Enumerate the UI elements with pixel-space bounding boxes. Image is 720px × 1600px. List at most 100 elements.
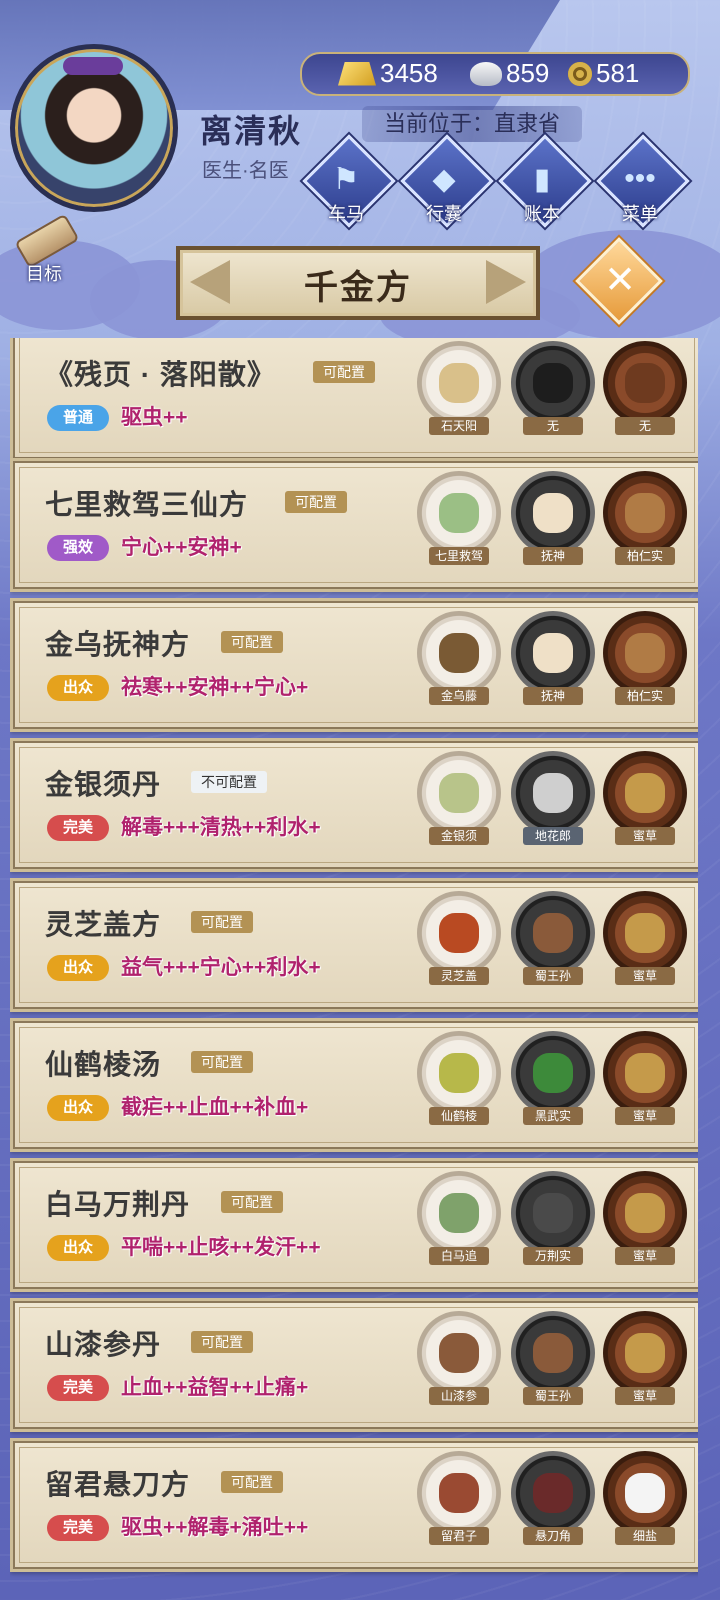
ingredient-slot[interactable]: 黑武实: [511, 1031, 595, 1125]
location-label: 当前位于：直隶省: [362, 106, 583, 142]
ingredient-plate: [417, 751, 501, 835]
goal-label: 目标: [26, 264, 62, 284]
effects-text: 止血++益智++止痛+: [121, 1376, 309, 1399]
recipe-card[interactable]: 金乌抚神方 可配置 出众 祛寒++安神++宁心+ 金乌藤 抚神 柏仁实: [10, 598, 698, 732]
recipe-name: 金银须丹: [45, 769, 162, 800]
ingredient-label: 无: [615, 417, 675, 435]
ingredient-label: 抚神: [523, 687, 583, 705]
ingredient-plate: [417, 471, 501, 555]
recipe-card[interactable]: 白马万荆丹 可配置 出众 平喘++止咳++发汗++ 白马追 万荆实 蜜草: [10, 1158, 698, 1292]
avatar[interactable]: [10, 44, 178, 212]
ingredient-plate: [417, 1171, 501, 1255]
ingredient-label: 金银须: [429, 827, 489, 845]
herb-icon: [625, 363, 665, 403]
ingredient-slot[interactable]: 蜜草: [603, 751, 687, 845]
herb-icon: [439, 633, 479, 673]
ingredient-slot[interactable]: 仙鹤棱: [417, 1031, 501, 1125]
herb-icon: [439, 1193, 479, 1233]
herb-icon: [625, 1053, 665, 1093]
ingredient-plate: [603, 751, 687, 835]
ingredient-slot[interactable]: 柏仁实: [603, 471, 687, 565]
ingredient-plate: [417, 891, 501, 975]
ingredient-slot[interactable]: 白马追: [417, 1171, 501, 1265]
ingredient-slot[interactable]: 金乌藤: [417, 611, 501, 705]
recipe-card[interactable]: 金银须丹 不可配置 完美 解毒+++清热++利水+ 金银须 地花郎 蜜草: [10, 738, 698, 872]
recipe-list[interactable]: 《残页 · 落阳散》 可配置 普通 驱虫++ 石天阳无无七里救驾三仙方 可配置 强效 宁心++…: [10, 338, 698, 1600]
close-icon: ✕: [604, 259, 636, 302]
ingredient-slot[interactable]: 七里救驾: [417, 471, 501, 565]
ingredient-plate: [511, 341, 595, 425]
ingredient-label: 无: [523, 417, 583, 435]
ingredient-plate: [511, 1031, 595, 1115]
ingredient-plate: [511, 611, 595, 695]
ingredient-slot[interactable]: 石天阳: [417, 341, 501, 435]
herb-icon: [533, 773, 573, 813]
effects-text: 祛寒++安神++宁心+: [121, 676, 309, 699]
recipe-card[interactable]: 山漆参丹 可配置完美 止血++益智++止痛+ 山漆参 蜀王孙 蜜草: [10, 1298, 698, 1432]
config-badge: 可配置: [285, 491, 347, 513]
herb-icon: [533, 493, 573, 533]
ingredient-slot[interactable]: 蜀王孙: [511, 891, 595, 985]
config-badge: 可配置: [191, 1331, 253, 1353]
ingredient-plate: [603, 891, 687, 975]
ingredient-slot[interactable]: 留君子: [417, 1451, 501, 1545]
ingredient-slot[interactable]: 抚神: [511, 611, 595, 705]
recipe-name: 白马万荆丹: [45, 1189, 191, 1220]
ingredient-plate: [603, 1451, 687, 1535]
ingredient-slot[interactable]: 蜜草: [603, 1311, 687, 1405]
ingredient-plate: [603, 341, 687, 425]
ingredient-slot[interactable]: 抚神: [511, 471, 595, 565]
ingredient-slot[interactable]: 地花郎: [511, 751, 595, 845]
ingredient-slot[interactable]: 细盐: [603, 1451, 687, 1545]
ingredient-label: 蜜草: [615, 827, 675, 845]
effects-text: 平喘++止咳++发汗++: [121, 1236, 321, 1259]
ingredient-slot[interactable]: 金银须: [417, 751, 501, 845]
coin-currency: 581: [568, 58, 639, 89]
config-badge: 不可配置: [191, 771, 267, 793]
grade-badge: 出众: [47, 955, 109, 981]
gold-ingot-icon: [338, 61, 376, 86]
effects-text: 驱虫++解毒+涌吐++: [121, 1516, 309, 1539]
recipe-card[interactable]: 仙鹤棱汤 可配置 出众 截疟++止血++补血+ 仙鹤棱 黑武实 蜜草: [10, 1018, 698, 1152]
ingredient-plate: [511, 471, 595, 555]
ingredient-slot[interactable]: 无: [511, 341, 595, 435]
ingredient-label: 七里救驾: [429, 547, 489, 565]
herb-icon: [533, 1193, 573, 1233]
ingredient-plate: [417, 1311, 501, 1395]
ingredient-label: 蜀王孙: [523, 1387, 583, 1405]
ingredient-slot[interactable]: 万荆实: [511, 1171, 595, 1265]
recipe-name: 留君悬刀方: [45, 1469, 191, 1500]
recipe-card[interactable]: 灵芝盖方 可配置 出众 益气+++宁心++利水+ 灵芝盖 蜀王孙 蜜草: [10, 878, 698, 1012]
herb-icon: [439, 363, 479, 403]
bag-icon: ◆: [432, 163, 456, 196]
carriage-icon: ⚑: [332, 163, 360, 196]
page-title: 千金方: [304, 269, 412, 307]
ingredient-slot[interactable]: 灵芝盖: [417, 891, 501, 985]
ingredient-slot[interactable]: 山漆参: [417, 1311, 501, 1405]
ingredient-slot[interactable]: 悬刀角: [511, 1451, 595, 1545]
recipe-name: 金乌抚神方: [45, 629, 191, 660]
ingredient-slot[interactable]: 无: [603, 341, 687, 435]
ingredient-slot[interactable]: 蜜草: [603, 891, 687, 985]
recipe-name: 《残页 · 落阳散》: [45, 359, 276, 390]
config-badge: 可配置: [191, 1051, 253, 1073]
recipe-card[interactable]: 七里救驾三仙方 可配置 强效 宁心++安神+ 七里救驾 抚神 柏仁实: [10, 458, 698, 592]
ingredient-label: 悬刀角: [523, 1527, 583, 1545]
ingredient-label: 山漆参: [429, 1387, 489, 1405]
recipe-card[interactable]: 《残页 · 落阳散》 可配置 普通 驱虫++ 石天阳 无 无: [10, 338, 698, 462]
ingredient-plate: [603, 1171, 687, 1255]
herb-icon: [625, 1333, 665, 1373]
herb-icon: [625, 913, 665, 953]
ingredient-slot[interactable]: 蜜草: [603, 1031, 687, 1125]
ingredient-plate: [417, 1451, 501, 1535]
ingredient-slot[interactable]: 蜀王孙: [511, 1311, 595, 1405]
goal-button[interactable]: 目标: [14, 213, 80, 284]
recipe-card[interactable]: 留君悬刀方 可配置 完美 驱虫++解毒+涌吐++ 留君子 悬刀角 细盐: [10, 1438, 698, 1572]
ingredient-slot[interactable]: 柏仁实: [603, 611, 687, 705]
grade-badge: 完美: [47, 1375, 109, 1401]
grade-badge: 强效: [47, 535, 109, 561]
ingredient-slot[interactable]: 蜜草: [603, 1171, 687, 1265]
recipe-name: 山漆参丹: [45, 1329, 162, 1360]
avatar-headband: [63, 57, 123, 75]
ingredient-label: 蜜草: [615, 967, 675, 985]
